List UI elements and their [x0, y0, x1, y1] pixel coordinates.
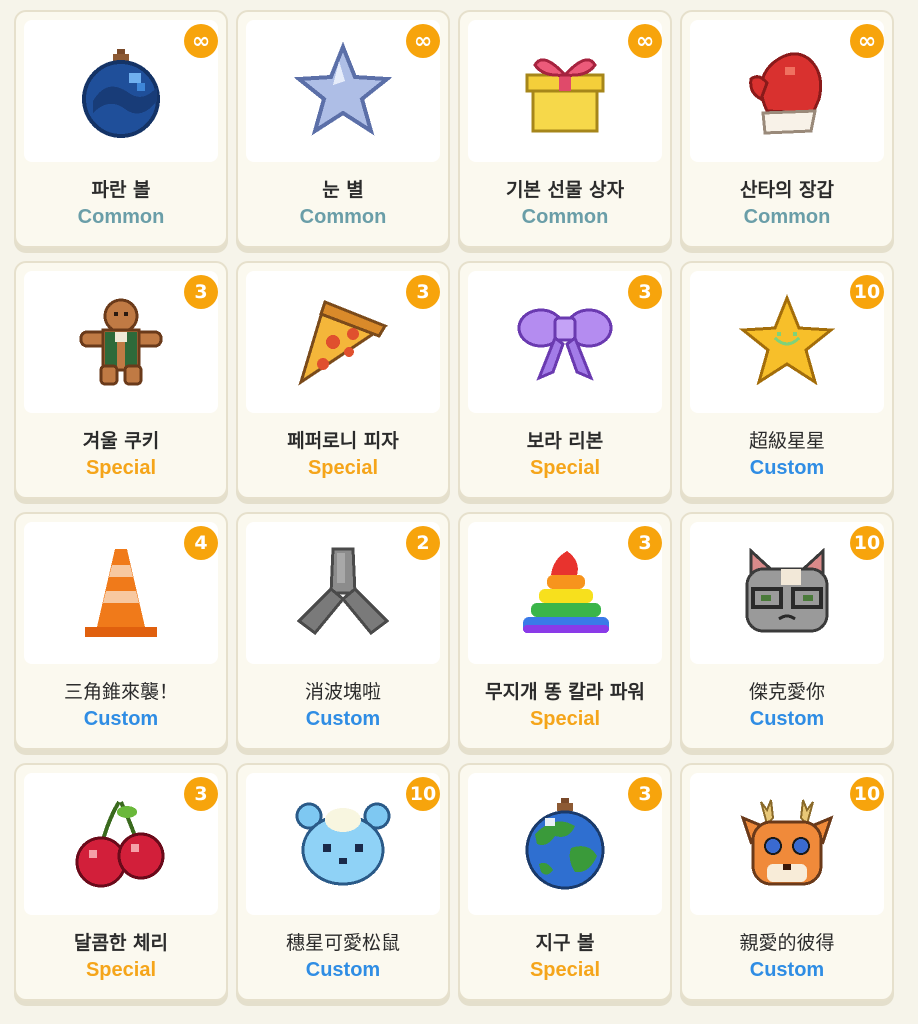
- pizza-slice-icon: [298, 299, 389, 386]
- rarity-label: Custom: [749, 457, 825, 479]
- item-card[interactable]: 4 三角錐來襲！ Custom: [14, 512, 228, 750]
- item-card[interactable]: 3 달콤한 체리 Special: [14, 763, 228, 1001]
- item-name: 기본 선물 상자: [505, 179, 625, 201]
- rarity-label: Custom: [305, 959, 381, 981]
- rarity-label: Custom: [749, 959, 825, 981]
- item-card[interactable]: 3 겨울 쿠키 Special: [14, 261, 228, 499]
- rainbow-poop-icon: [523, 551, 609, 633]
- tetrapod-icon: [296, 547, 390, 636]
- blue-bear-icon: [295, 802, 391, 886]
- count-badge: 10: [850, 777, 884, 811]
- count-badge: 3: [628, 526, 662, 560]
- super-star-icon: [739, 293, 835, 386]
- earth-ornament-icon: [525, 798, 605, 890]
- item-name: 보라 리본: [526, 430, 604, 452]
- rarity-label: Special: [85, 959, 157, 981]
- rarity-label: Special: [529, 457, 601, 479]
- item-grid: ∞ 파란 볼 Common ∞ 눈 별 Common ∞ 기본 선물 상자 Co…: [14, 10, 894, 1001]
- item-name: 穗星可愛松鼠: [285, 932, 400, 954]
- item-card[interactable]: 3 지구 볼 Special: [458, 763, 672, 1001]
- blue-ornament-icon: [82, 49, 160, 138]
- count-badge: ∞: [184, 24, 218, 58]
- item-card[interactable]: 3 무지개 똥 칼라 파워 Special: [458, 512, 672, 750]
- count-badge: 2: [406, 526, 440, 560]
- rarity-label: Custom: [749, 708, 825, 730]
- deer-face-icon: [740, 799, 834, 886]
- item-card[interactable]: 10 傑克愛你 Custom: [680, 512, 894, 750]
- snow-star-icon: [293, 41, 393, 136]
- item-name: 눈 별: [322, 179, 364, 201]
- rarity-label: Special: [529, 708, 601, 730]
- item-name: 달콤한 체리: [73, 932, 168, 954]
- item-card[interactable]: 3 페퍼로니 피자 Special: [236, 261, 450, 499]
- item-card[interactable]: ∞ 파란 볼 Common: [14, 10, 228, 248]
- item-name: 消波塊啦: [304, 681, 381, 703]
- rarity-label: Special: [307, 457, 379, 479]
- item-name: 겨울 쿠키: [82, 430, 160, 452]
- item-name: 무지개 똥 칼라 파워: [485, 681, 645, 703]
- count-badge: ∞: [850, 24, 884, 58]
- rarity-label: Common: [299, 206, 387, 228]
- item-name: 三角錐來襲！: [63, 681, 178, 703]
- cherry-icon: [75, 800, 165, 888]
- item-name: 파란 볼: [91, 179, 151, 201]
- item-name: 페퍼로니 피자: [287, 430, 399, 452]
- item-card[interactable]: 10 親愛的彼得 Custom: [680, 763, 894, 1001]
- count-badge: 10: [850, 526, 884, 560]
- item-card[interactable]: 10 穗星可愛松鼠 Custom: [236, 763, 450, 1001]
- count-badge: 3: [628, 777, 662, 811]
- santa-mitten-icon: [749, 52, 823, 135]
- count-badge: 10: [406, 777, 440, 811]
- count-badge: ∞: [628, 24, 662, 58]
- item-name: 지구 볼: [535, 932, 595, 954]
- cat-face-icon: [745, 547, 829, 633]
- rarity-label: Special: [85, 457, 157, 479]
- rarity-label: Common: [743, 206, 831, 228]
- purple-ribbon-icon: [517, 308, 613, 381]
- count-badge: 4: [184, 526, 218, 560]
- item-card[interactable]: 10 超級星星 Custom: [680, 261, 894, 499]
- gift-box-icon: [525, 58, 605, 133]
- item-name: 산타의 장갑: [739, 179, 834, 201]
- count-badge: 3: [184, 275, 218, 309]
- traffic-cone-icon: [85, 549, 157, 637]
- count-badge: 10: [850, 275, 884, 309]
- count-badge: 3: [628, 275, 662, 309]
- rarity-label: Common: [521, 206, 609, 228]
- item-card[interactable]: ∞ 기본 선물 상자 Common: [458, 10, 672, 248]
- item-card[interactable]: ∞ 눈 별 Common: [236, 10, 450, 248]
- item-name: 親愛的彼得: [739, 932, 835, 954]
- item-card[interactable]: 3 보라 리본 Special: [458, 261, 672, 499]
- count-badge: 3: [184, 777, 218, 811]
- item-name: 超級星星: [748, 430, 825, 452]
- count-badge: ∞: [406, 24, 440, 58]
- rarity-label: Custom: [305, 708, 381, 730]
- rarity-label: Common: [77, 206, 165, 228]
- count-badge: 3: [406, 275, 440, 309]
- item-name: 傑克愛你: [748, 681, 825, 703]
- rarity-label: Special: [529, 959, 601, 981]
- item-card[interactable]: 2 消波塊啦 Custom: [236, 512, 450, 750]
- item-card[interactable]: ∞ 산타의 장갑 Common: [680, 10, 894, 248]
- gingerbread-cookie-icon: [79, 298, 163, 386]
- rarity-label: Custom: [83, 708, 159, 730]
